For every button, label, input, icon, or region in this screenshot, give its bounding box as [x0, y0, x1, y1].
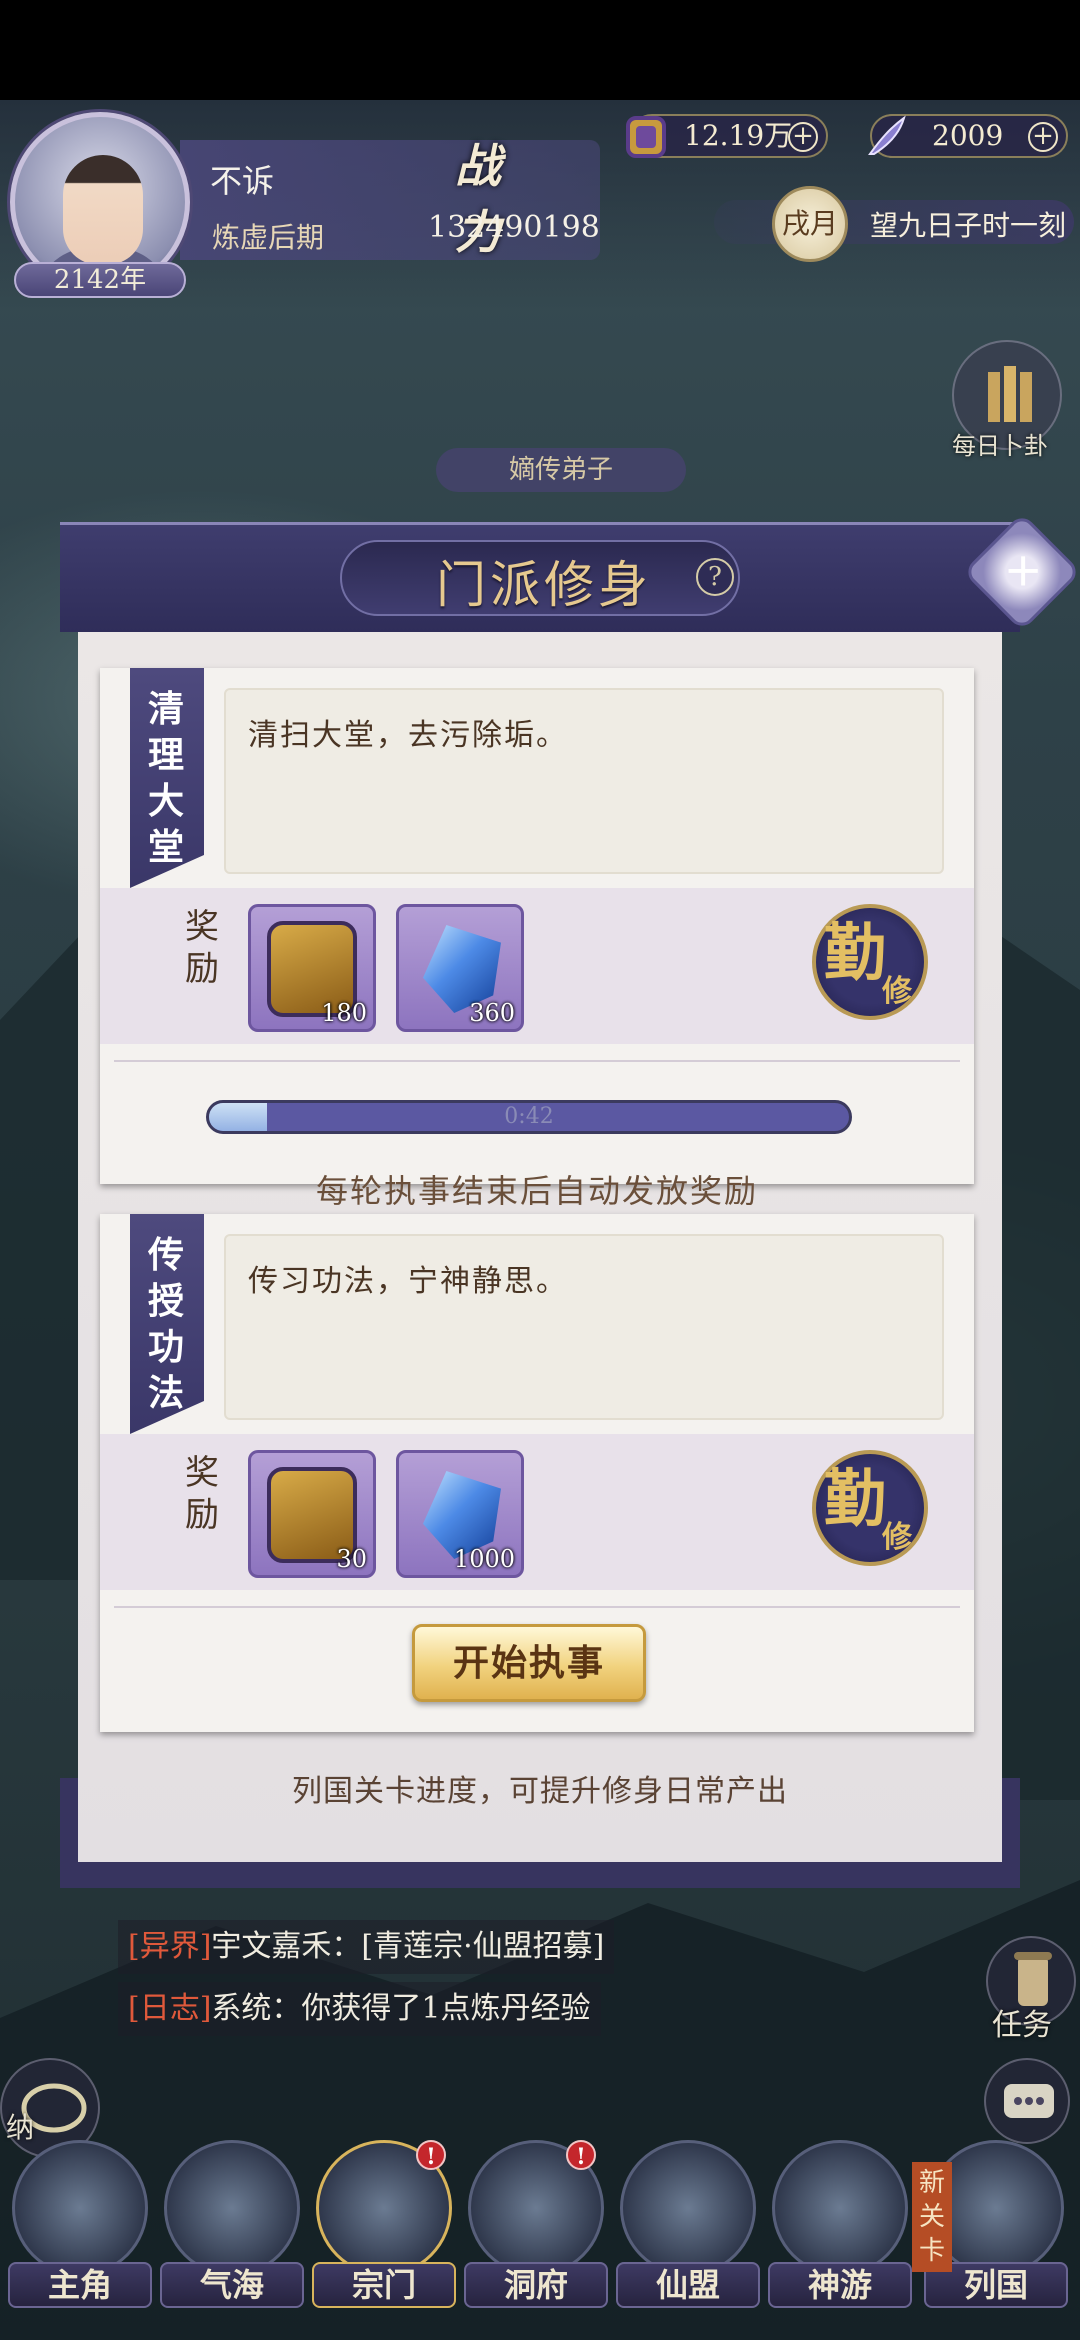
task-name-char: 清 — [147, 688, 184, 730]
reward-crystal[interactable]: 1000 — [396, 1450, 524, 1578]
cultivation-realm: 炼虚后期 — [212, 221, 325, 254]
task-name: 传 授 功 法 — [144, 1232, 188, 1416]
reward-label-char: 奖 — [185, 907, 219, 947]
tasks-label: 任务 — [992, 2008, 1052, 2043]
divider — [114, 1606, 960, 1608]
token-icon — [626, 116, 666, 158]
divider — [114, 1060, 960, 1062]
nav-alliance[interactable] — [620, 2140, 756, 2276]
dialog-title: 门派修身 — [436, 556, 652, 614]
nav-spirit-travel-label[interactable]: 神游 — [768, 2262, 912, 2308]
reward-token[interactable]: 30 — [248, 1450, 376, 1578]
chat-line[interactable]: [异界]宇文嘉禾：[青莲宗·仙盟招募] — [118, 1920, 615, 1974]
task-description: 清扫大堂，去污除垢。 — [248, 718, 568, 753]
close-icon: ✕ — [993, 543, 1051, 601]
new-stage-char: 新 — [918, 2168, 945, 2198]
sect-alert-badge: ! — [416, 2140, 446, 2170]
task-progress-time: 0:42 — [504, 1104, 554, 1129]
task-name-char: 功 — [147, 1326, 184, 1368]
inner-disciple-tag: 嫡传弟子 — [436, 448, 686, 492]
task-name-char: 理 — [147, 734, 184, 776]
add-feather-button[interactable]: + — [1028, 122, 1058, 152]
diligent-badge: 勤 修 — [812, 1450, 928, 1566]
reward-label: 奖 励 — [180, 1452, 224, 1536]
time-text: 望九日子时一刻 — [870, 209, 1067, 242]
new-stage-tag: 新 关 卡 — [912, 2162, 952, 2272]
reward-count: 30 — [336, 1545, 367, 1573]
age-badge: 2142年 — [14, 262, 186, 298]
task-name-char: 传 — [147, 1234, 184, 1276]
chat-channel-tag: [日志] — [128, 1991, 212, 2026]
diligent-badge: 勤 修 — [812, 904, 928, 1020]
new-stage-char: 卡 — [918, 2236, 945, 2266]
new-stage-char: 关 — [918, 2202, 945, 2232]
currency-feather: 2009 + — [868, 114, 1068, 158]
chat-line[interactable]: [日志]系统：你获得了1点炼丹经验 — [118, 1982, 601, 2036]
avatar-face — [63, 155, 143, 265]
diligent-badge-big: 勤 — [824, 1462, 887, 1535]
cave-alert-badge: ! — [566, 2140, 596, 2170]
chat-speaker: 系统： — [211, 1991, 302, 2026]
task-progress-bar: 0:42 — [206, 1100, 852, 1134]
daily-divination-label: 每日卜卦 — [952, 432, 1048, 460]
chat-message: 你获得了1点炼丹经验 — [301, 1991, 591, 2026]
chat-channel-tag: [异界] — [128, 1929, 212, 1964]
nav-qi-sea[interactable] — [164, 2140, 300, 2276]
reward-label-char: 励 — [185, 1495, 219, 1535]
reward-label: 奖 励 — [180, 906, 224, 990]
dialog-footer-note: 列国关卡进度，可提升修身日常产出 — [292, 1774, 788, 1809]
start-task-button[interactable]: 开始执事 — [412, 1624, 646, 1702]
add-token-button[interactable]: + — [788, 122, 818, 152]
nav-spirit-travel[interactable] — [772, 2140, 908, 2276]
auto-reward-note: 每轮执事结束后自动发放奖励 — [315, 1172, 758, 1210]
help-icon[interactable]: ? — [696, 558, 734, 596]
reward-count: 180 — [321, 999, 367, 1027]
currency-token: 12.19万 + — [626, 114, 828, 158]
reward-label-char: 励 — [185, 949, 219, 989]
month-badge: 戌月 — [772, 186, 848, 262]
task-name-char: 大 — [147, 780, 184, 822]
diligent-badge-small: 修 — [882, 974, 912, 1009]
start-task-label: 开始执事 — [452, 1642, 605, 1684]
task-name-char: 授 — [147, 1280, 184, 1322]
nav-alliance-label[interactable]: 仙盟 — [616, 2262, 760, 2308]
task-card-clean-hall: 清 理 大 堂 清扫大堂，去污除垢。 奖 励 180 360 勤 修 0:42 … — [100, 668, 974, 1210]
task-name-char: 法 — [147, 1372, 184, 1414]
currency-feather-value: 2009 — [932, 119, 1004, 152]
diligent-badge-big: 勤 — [824, 916, 887, 989]
reward-count: 1000 — [453, 1545, 515, 1573]
nav-qi-sea-label[interactable]: 气海 — [160, 2262, 304, 2308]
task-name: 清 理 大 堂 — [144, 686, 188, 870]
power-value: 132490198 — [428, 210, 600, 245]
nav-sect-label[interactable]: 宗门 — [312, 2262, 456, 2308]
task-name-char: 堂 — [147, 826, 184, 868]
task-description: 传习功法，宁神静思。 — [248, 1264, 568, 1299]
feather-icon — [868, 115, 906, 155]
currency-token-value: 12.19万 — [684, 119, 793, 152]
nav-protagonist-label[interactable]: 主角 — [8, 2262, 152, 2308]
player-name: 不诉 — [210, 162, 275, 200]
status-bar — [0, 0, 1080, 100]
reward-label-char: 奖 — [185, 1453, 219, 1493]
nav-cave-mansion-label[interactable]: 洞府 — [464, 2262, 608, 2308]
nav-protagonist[interactable] — [12, 2140, 148, 2276]
power-label: 战力 — [455, 139, 501, 259]
reward-count: 360 — [469, 999, 515, 1027]
reward-token[interactable]: 180 — [248, 904, 376, 1032]
chat-speaker: 宇文嘉禾： — [211, 1929, 362, 1964]
chat-message: [青莲宗·仙盟招募] — [361, 1929, 605, 1964]
reward-crystal[interactable]: 360 — [396, 904, 524, 1032]
diligent-badge-small: 修 — [882, 1520, 912, 1555]
